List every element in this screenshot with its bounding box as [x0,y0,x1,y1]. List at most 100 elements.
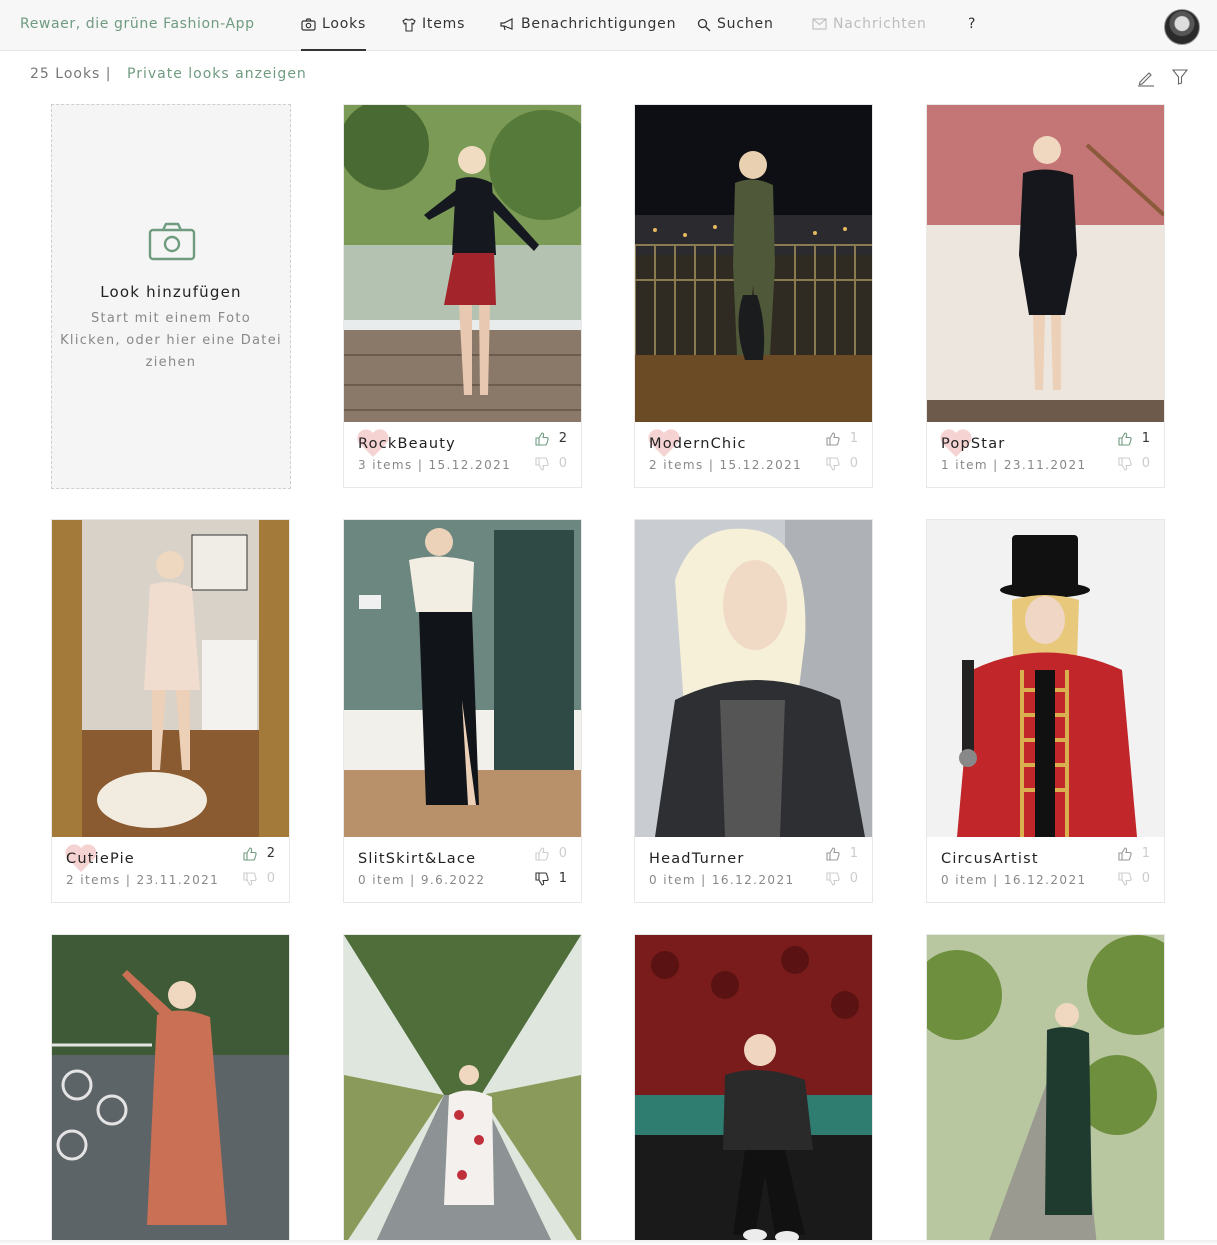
look-photo[interactable] [927,105,1164,422]
thumbs-down-icon [1118,871,1132,886]
thumbs-up-icon [1118,846,1132,861]
look-title: HeadTurner [649,851,745,867]
look-photo[interactable] [635,520,872,837]
look-title: CircusArtist [941,851,1039,867]
look-card[interactable] [343,934,582,1245]
upvote-count: 1 [1141,431,1150,446]
look-card[interactable]: CutiePie 2 items | 23.11.2021 2 0 [51,519,290,903]
look-card[interactable]: CircusArtist 0 item | 16.12.2021 1 0 [926,519,1165,903]
add-look-hint-1: Start mit einem Foto [90,311,252,326]
camera-icon [301,18,316,31]
nav-search[interactable]: Suchen [697,16,774,51]
look-photo[interactable] [344,935,581,1245]
look-card[interactable] [51,934,290,1245]
show-private-looks-link[interactable]: Private looks anzeigen [127,66,307,82]
thumbs-up-icon [826,846,840,861]
look-photo[interactable] [635,935,872,1245]
upvote-button[interactable]: 1 [1118,846,1150,861]
downvote-button[interactable]: 0 [1118,871,1150,886]
look-meta: 3 items | 15.12.2021 [358,458,512,472]
add-look-title: Look hinzufügen [100,283,242,301]
add-look-hint-2: Klicken, oder hier eine Datei [60,333,282,348]
nav-search-label: Suchen [717,16,774,32]
thumbs-down-icon [826,456,840,471]
look-card[interactable]: RockBeauty 3 items | 15.12.2021 2 0 [343,104,582,488]
nav-items[interactable]: Items [402,16,465,51]
look-title: RockBeauty [358,436,456,452]
nav-notifications-label: Benachrichtigungen [521,16,677,32]
thumbs-down-icon [826,871,840,886]
thumbs-up-icon [535,846,549,861]
look-card[interactable]: PopStar 1 item | 23.11.2021 1 0 [926,104,1165,488]
megaphone-icon [500,18,513,31]
upvote-button[interactable]: 1 [826,431,858,446]
envelope-icon [812,18,827,30]
thumbs-down-icon [1118,456,1132,471]
nav-messages-label: Nachrichten [833,16,927,32]
downvote-count: 0 [266,871,275,886]
nav-looks[interactable]: Looks [301,16,367,51]
nav-looks-label: Looks [322,16,367,32]
look-title: ModernChic [649,436,747,452]
downvote-button[interactable]: 0 [826,871,858,886]
downvote-count: 0 [849,456,858,471]
upvote-count: 1 [849,431,858,446]
look-photo[interactable] [635,105,872,422]
upvote-button[interactable]: 1 [826,846,858,861]
look-photo[interactable] [344,105,581,422]
look-title: SlitSkirt&Lace [358,851,477,867]
edit-icon[interactable] [1137,69,1155,87]
look-meta: 2 items | 15.12.2021 [649,458,803,472]
downvote-count: 0 [849,871,858,886]
look-card[interactable] [634,934,873,1245]
upvote-button[interactable]: 2 [243,846,275,861]
downvote-button[interactable]: 0 [535,456,567,471]
upvote-count: 0 [558,846,567,861]
nav-messages[interactable]: Nachrichten [812,16,927,51]
look-meta: 0 item | 9.6.2022 [358,873,486,887]
downvote-button[interactable]: 0 [243,871,275,886]
downvote-button[interactable]: 0 [1118,456,1150,471]
look-photo[interactable] [927,935,1164,1245]
downvote-count: 0 [1141,871,1150,886]
thumbs-up-icon [535,431,549,446]
downvote-count: 0 [558,456,567,471]
upvote-button[interactable]: 0 [535,846,567,861]
filter-icon[interactable] [1172,69,1188,85]
nav-notifications[interactable]: Benachrichtigungen [500,16,676,51]
top-navbar: Rewaer, die grüne Fashion-App Looks Item… [0,0,1217,51]
upvote-button[interactable]: 1 [1118,431,1150,446]
user-avatar[interactable] [1164,9,1200,45]
upvote-count: 1 [849,846,858,861]
thumbs-up-icon [1118,431,1132,446]
downvote-button[interactable]: 1 [535,871,567,886]
look-meta: 2 items | 23.11.2021 [66,873,220,887]
thumbs-down-icon [243,871,257,886]
add-look-dropzone[interactable]: Look hinzufügen Start mit einem Foto Kli… [51,104,291,489]
look-title: CutiePie [66,851,135,867]
nav-help[interactable]: ? [968,16,976,51]
look-meta: 1 item | 23.11.2021 [941,458,1087,472]
look-card[interactable] [926,934,1165,1245]
look-card[interactable]: ModernChic 2 items | 15.12.2021 1 0 [634,104,873,488]
downvote-count: 1 [558,871,567,886]
look-photo[interactable] [52,520,289,837]
look-title: PopStar [941,436,1006,452]
app-title[interactable]: Rewaer, die grüne Fashion-App [20,16,255,32]
downvote-count: 0 [1141,456,1150,471]
look-photo[interactable] [52,935,289,1245]
nav-items-label: Items [422,16,466,32]
look-card[interactable]: HeadTurner 0 item | 16.12.2021 1 0 [634,519,873,903]
nav-help-label: ? [968,16,977,32]
upvote-count: 1 [1141,846,1150,861]
downvote-button[interactable]: 0 [826,456,858,471]
scroll-edge [0,1240,1217,1245]
shirt-icon [402,18,416,32]
look-photo[interactable] [344,520,581,837]
look-card[interactable]: SlitSkirt&Lace 0 item | 9.6.2022 0 1 [343,519,582,903]
upvote-button[interactable]: 2 [535,431,567,446]
add-look-hint-3: ziehen [145,355,197,370]
camera-icon [148,222,196,261]
look-photo[interactable] [927,520,1164,837]
thumbs-up-icon [826,431,840,446]
